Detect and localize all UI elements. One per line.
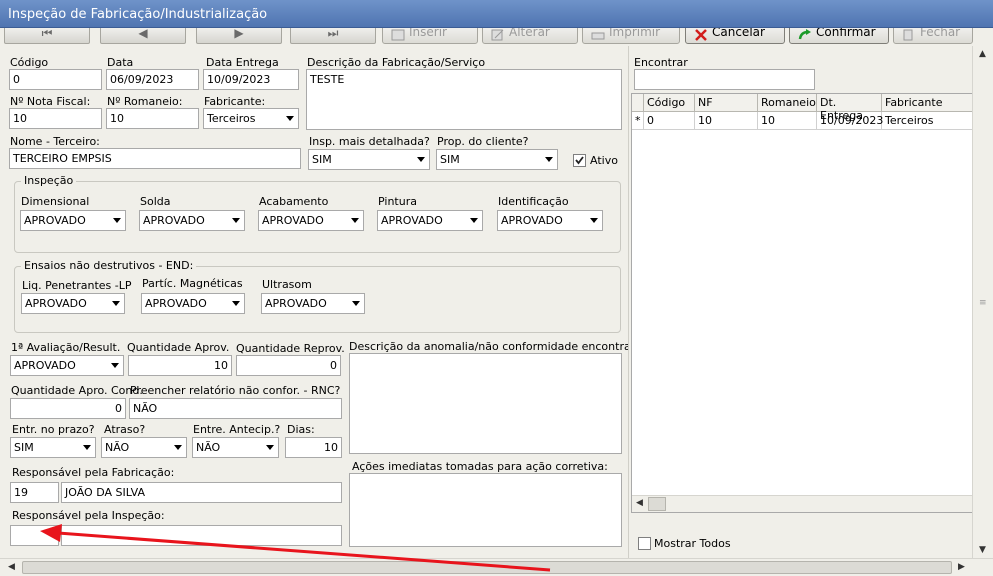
annotation-arrow <box>40 524 551 572</box>
